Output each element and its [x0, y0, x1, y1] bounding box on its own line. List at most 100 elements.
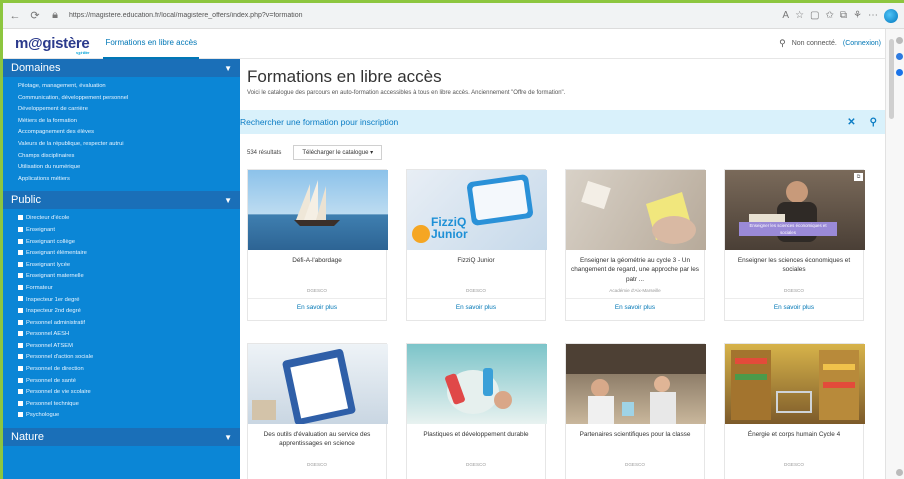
course-organization: DGESCO [307, 288, 327, 293]
magistere-logo[interactable]: m@gistère sgphilliter [15, 35, 90, 55]
filter-public-title: Public [11, 194, 41, 207]
filter-checkbox[interactable]: Formateur [18, 283, 232, 295]
filter-checkbox[interactable]: Directeur d'école [18, 213, 232, 225]
filter-checkbox[interactable]: Inspecteur 2nd degré [18, 306, 232, 318]
back-icon[interactable]: ← [7, 8, 23, 24]
clipboard-image [248, 344, 388, 424]
plastic-drawing [445, 368, 512, 414]
close-icon[interactable]: ✕ [847, 117, 855, 128]
tablet-drawing [412, 174, 533, 243]
filter-item[interactable]: Accompagnement des élèves [18, 127, 232, 139]
read-aloud-icon[interactable]: A [782, 10, 789, 21]
filter-checkbox[interactable]: Enseignant maternelle [18, 271, 232, 283]
tab-formations-libre-acces[interactable]: Formations en libre accès [103, 29, 200, 59]
chair-shape [252, 400, 276, 420]
page-description: Voici le catalogue des parcours en auto-… [247, 90, 566, 96]
copilot-side-icon[interactable] [896, 53, 903, 60]
search-side-icon[interactable] [896, 37, 903, 44]
filter-checkbox[interactable]: Personnel de santé [18, 376, 232, 388]
search-panel[interactable]: Rechercher une formation pour inscriptio… [240, 110, 885, 134]
site-header: m@gistère sgphilliter Formations en libr… [3, 29, 885, 59]
lab-image [566, 344, 706, 424]
filter-checkbox[interactable]: Inspecteur 1er degré [18, 295, 232, 307]
filter-checkbox[interactable]: Personnel administratif [18, 318, 232, 330]
page-scrollbar[interactable] [889, 39, 894, 119]
filter-checkbox[interactable]: Personnel de vie scolaire [18, 387, 232, 399]
course-card[interactable]: Défi-A-l'abordage DGESCO En savoir plus [247, 169, 388, 321]
course-organization: Académie d'Aix-Marseille [609, 288, 661, 293]
filter-checkbox[interactable]: Personnel de direction [18, 364, 232, 376]
more-icon[interactable]: ⋯ [868, 10, 878, 21]
course-card[interactable]: Enseigner la géométrie au cycle 3 - Un c… [565, 169, 706, 321]
supermarket-image [725, 344, 865, 424]
learn-more-link[interactable]: En savoir plus [248, 304, 386, 311]
extensions-icon[interactable]: ⚘ [853, 10, 862, 21]
search-icon[interactable]: ⚲ [779, 38, 786, 49]
course-title: Défi-A-l'abordage [292, 257, 342, 264]
page-title: Formations en libre accès [247, 67, 442, 86]
course-title: Des outils d'évaluation au service des a… [263, 431, 371, 448]
filter-item[interactable]: Valeurs de la république, respecter autr… [18, 139, 232, 151]
filter-checkbox[interactable]: Personnel d'action sociale [18, 352, 232, 364]
filter-checkbox[interactable]: Enseignant [18, 225, 232, 237]
course-card[interactable]: Des outils d'évaluation au service des a… [247, 343, 388, 479]
address-bar[interactable]: https://magistere.education.fr/local/mag… [69, 12, 782, 19]
course-card[interactable]: Partenaires scientifiques pour la classe… [565, 343, 706, 479]
filter-domaines-header[interactable]: Domaines ▼ [3, 59, 240, 77]
learn-more-link[interactable]: En savoir plus [566, 304, 704, 311]
learn-more-link[interactable]: En savoir plus [725, 304, 863, 311]
filter-item[interactable]: Métiers de la formation [18, 116, 232, 128]
filter-domaines-title: Domaines [11, 62, 61, 74]
filter-checkbox[interactable]: Personnel technique [18, 399, 232, 411]
favorites-icon[interactable]: ✩ [826, 10, 834, 21]
bottle-shape [483, 368, 493, 396]
card-divider [566, 298, 704, 299]
fizziq-wordmark: FizziQ Junior [431, 216, 468, 240]
download-catalog-button[interactable]: Télécharger le catalogue ▾ [293, 145, 383, 160]
filter-checkbox[interactable]: Enseignant élémentaire [18, 248, 232, 260]
outlook-side-icon[interactable] [896, 69, 903, 76]
filter-checkbox[interactable]: Psychologue [18, 410, 232, 422]
browser-actions: A ☆ ▢ ✩ ⧉ ⚘ ⋯ [782, 8, 898, 23]
course-organization: DGESCO [466, 462, 486, 467]
course-card[interactable]: FizziQ Junior FizziQ Junior DGESCO En sa… [406, 169, 547, 321]
browser-toolbar: ← ⟳ 🔒︎ https://magistere.education.fr/lo… [3, 3, 904, 29]
search-icon[interactable]: ⚲ [870, 117, 877, 128]
lab-drawing [566, 344, 706, 424]
card-divider [725, 298, 863, 299]
lock-icon: 🔒︎ [52, 9, 58, 21]
filter-checkbox[interactable]: Enseignant collège [18, 237, 232, 249]
filter-item[interactable]: Applications métiers [18, 174, 232, 186]
course-card[interactable]: ⧉ Enseigner les sciences économiques et … [724, 169, 865, 321]
filter-checkbox[interactable]: Personnel AESH [18, 329, 232, 341]
course-card[interactable]: Énergie et corps humain Cycle 4 DGESCO [724, 343, 865, 479]
course-card[interactable]: Plastiques et développement durable DGES… [406, 343, 547, 479]
filter-item[interactable]: Champs disciplinaires [18, 151, 232, 163]
cube-shape [581, 180, 611, 210]
filter-item[interactable]: Communication, développement personnel [18, 93, 232, 105]
filter-nature-header[interactable]: Nature ▼ [3, 428, 240, 447]
edge-copilot-icon[interactable] [884, 8, 898, 23]
hull-shape [294, 220, 340, 226]
collections-icon[interactable]: ⧉ [840, 10, 847, 21]
favorite-icon[interactable]: ☆ [795, 10, 804, 21]
course-organization: DGESCO [784, 288, 804, 293]
filter-item[interactable]: Utilisation du numérique [18, 162, 232, 174]
image-badge-icon: ⧉ [854, 173, 863, 181]
search-label[interactable]: Rechercher une formation pour inscriptio… [240, 117, 398, 127]
filter-checkbox[interactable]: Enseignant lycée [18, 260, 232, 272]
filter-checkbox[interactable]: Personnel ATSEM [18, 341, 232, 353]
result-count: 534 résultats [247, 149, 282, 156]
split-screen-icon[interactable]: ▢ [810, 10, 819, 21]
settings-side-icon[interactable] [896, 469, 903, 476]
learn-more-link[interactable]: En savoir plus [407, 304, 545, 311]
browser-sidebar [885, 29, 904, 479]
reload-icon[interactable]: ⟳ [27, 8, 43, 24]
filter-item[interactable]: Pilotage, management, évaluation [18, 81, 232, 93]
course-title: Plastiques et développement durable [423, 431, 529, 438]
course-title: Partenaires scientifiques pour la classe [579, 431, 691, 438]
filter-public-header[interactable]: Public ▼ [3, 191, 240, 210]
image-banner: Enseigner les sciences économiques et so… [739, 222, 837, 236]
login-link[interactable]: (Connexion) [843, 40, 881, 47]
filter-item[interactable]: Développement de carrière [18, 104, 232, 116]
